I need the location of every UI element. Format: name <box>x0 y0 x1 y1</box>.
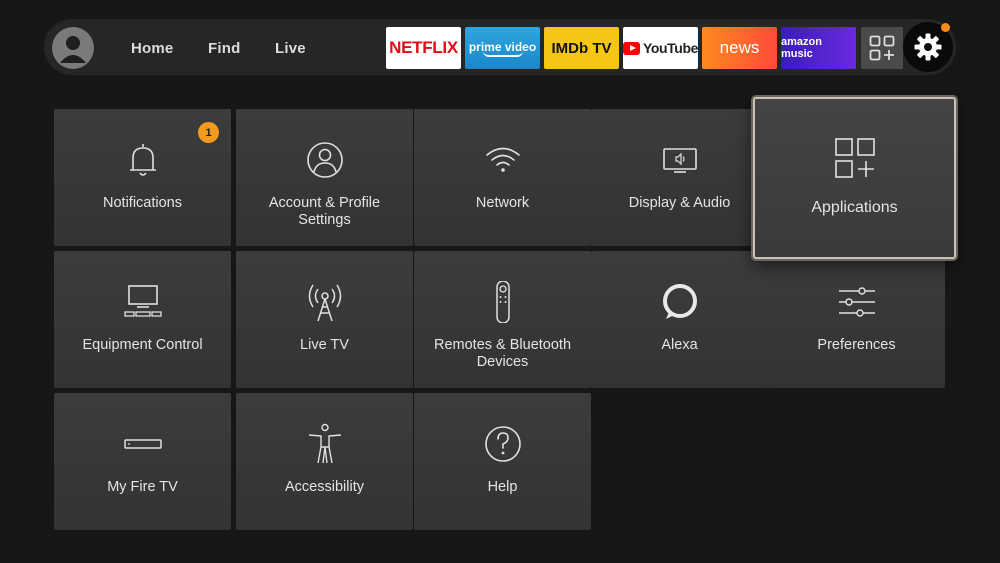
nav-home[interactable]: Home <box>131 40 173 57</box>
apps-grid-icon <box>755 137 954 179</box>
netflix-logo-text: NETFLIX <box>389 38 458 57</box>
tile-network[interactable]: Network <box>414 109 591 246</box>
gear-icon <box>914 33 942 61</box>
bell-icon <box>54 139 231 181</box>
tv-speaker-icon <box>591 139 768 181</box>
tile-label: My Fire TV <box>107 479 178 495</box>
app-netflix[interactable]: NETFLIX <box>386 27 461 69</box>
tile-display-audio[interactable]: Display & Audio <box>591 109 768 246</box>
apps-grid-icon <box>869 35 895 61</box>
alexa-ring-icon <box>591 281 768 323</box>
imdb-tv-logo-text: IMDb TV <box>551 39 612 57</box>
antenna-icon <box>236 281 413 323</box>
nav-live[interactable]: Live <box>275 40 306 57</box>
wifi-icon <box>414 139 591 181</box>
news-logo-text: news <box>719 38 760 57</box>
tile-label: Notifications <box>103 195 182 211</box>
tv-equipment-icon <box>54 281 231 323</box>
nav-find[interactable]: Find <box>208 40 240 57</box>
tile-equipment-control[interactable]: Equipment Control <box>54 251 231 388</box>
app-prime-video[interactable]: prime video <box>465 27 540 69</box>
tile-label: Equipment Control <box>82 337 203 353</box>
tile-label: Applications <box>811 199 898 216</box>
tile-label: Preferences <box>817 337 896 353</box>
tile-label: Alexa <box>661 337 698 353</box>
app-youtube[interactable]: YouTube <box>623 27 698 69</box>
tile-remotes-bluetooth[interactable]: Remotes & Bluetooth Devices <box>414 251 591 388</box>
accessibility-person-icon <box>236 423 413 465</box>
app-news[interactable]: news <box>702 27 777 69</box>
app-imdb-tv[interactable]: IMDb TV <box>544 27 619 69</box>
tile-label: Remotes & Bluetooth Devices <box>433 337 572 370</box>
youtube-logo-text: YouTube <box>642 40 698 56</box>
all-apps-button[interactable] <box>861 27 903 69</box>
tile-accessibility[interactable]: Accessibility <box>236 393 413 530</box>
fire-tv-device-icon <box>54 423 231 465</box>
tile-label: Help <box>487 479 518 495</box>
amazon-music-logo-text: amazon music <box>781 36 822 60</box>
user-icon <box>60 36 86 63</box>
tile-label: Accessibility <box>285 479 364 495</box>
prime-smile-icon <box>482 51 523 57</box>
tile-preferences[interactable]: Preferences <box>768 251 945 388</box>
tile-label: Network <box>475 195 530 211</box>
tile-account-profile-settings[interactable]: Account & Profile Settings <box>236 109 413 246</box>
notifications-count-badge: 1 <box>198 122 219 143</box>
tile-live-tv[interactable]: Live TV <box>236 251 413 388</box>
settings-notification-dot <box>941 23 950 32</box>
tile-my-fire-tv[interactable]: My Fire TV <box>54 393 231 530</box>
app-amazon-music[interactable]: amazon music <box>781 27 856 69</box>
youtube-play-icon <box>623 41 640 55</box>
profile-avatar[interactable] <box>52 27 94 69</box>
user-circle-icon <box>236 139 413 181</box>
tile-alexa[interactable]: Alexa <box>591 251 768 388</box>
tile-label: Account & Profile Settings <box>268 195 381 228</box>
tile-applications[interactable]: Applications <box>753 97 956 259</box>
tile-help[interactable]: Help <box>414 393 591 530</box>
sliders-icon <box>768 281 945 323</box>
tile-label: Live TV <box>300 337 349 353</box>
remote-icon <box>414 281 591 323</box>
tile-label: Display & Audio <box>628 195 731 211</box>
help-circle-icon <box>414 423 591 465</box>
